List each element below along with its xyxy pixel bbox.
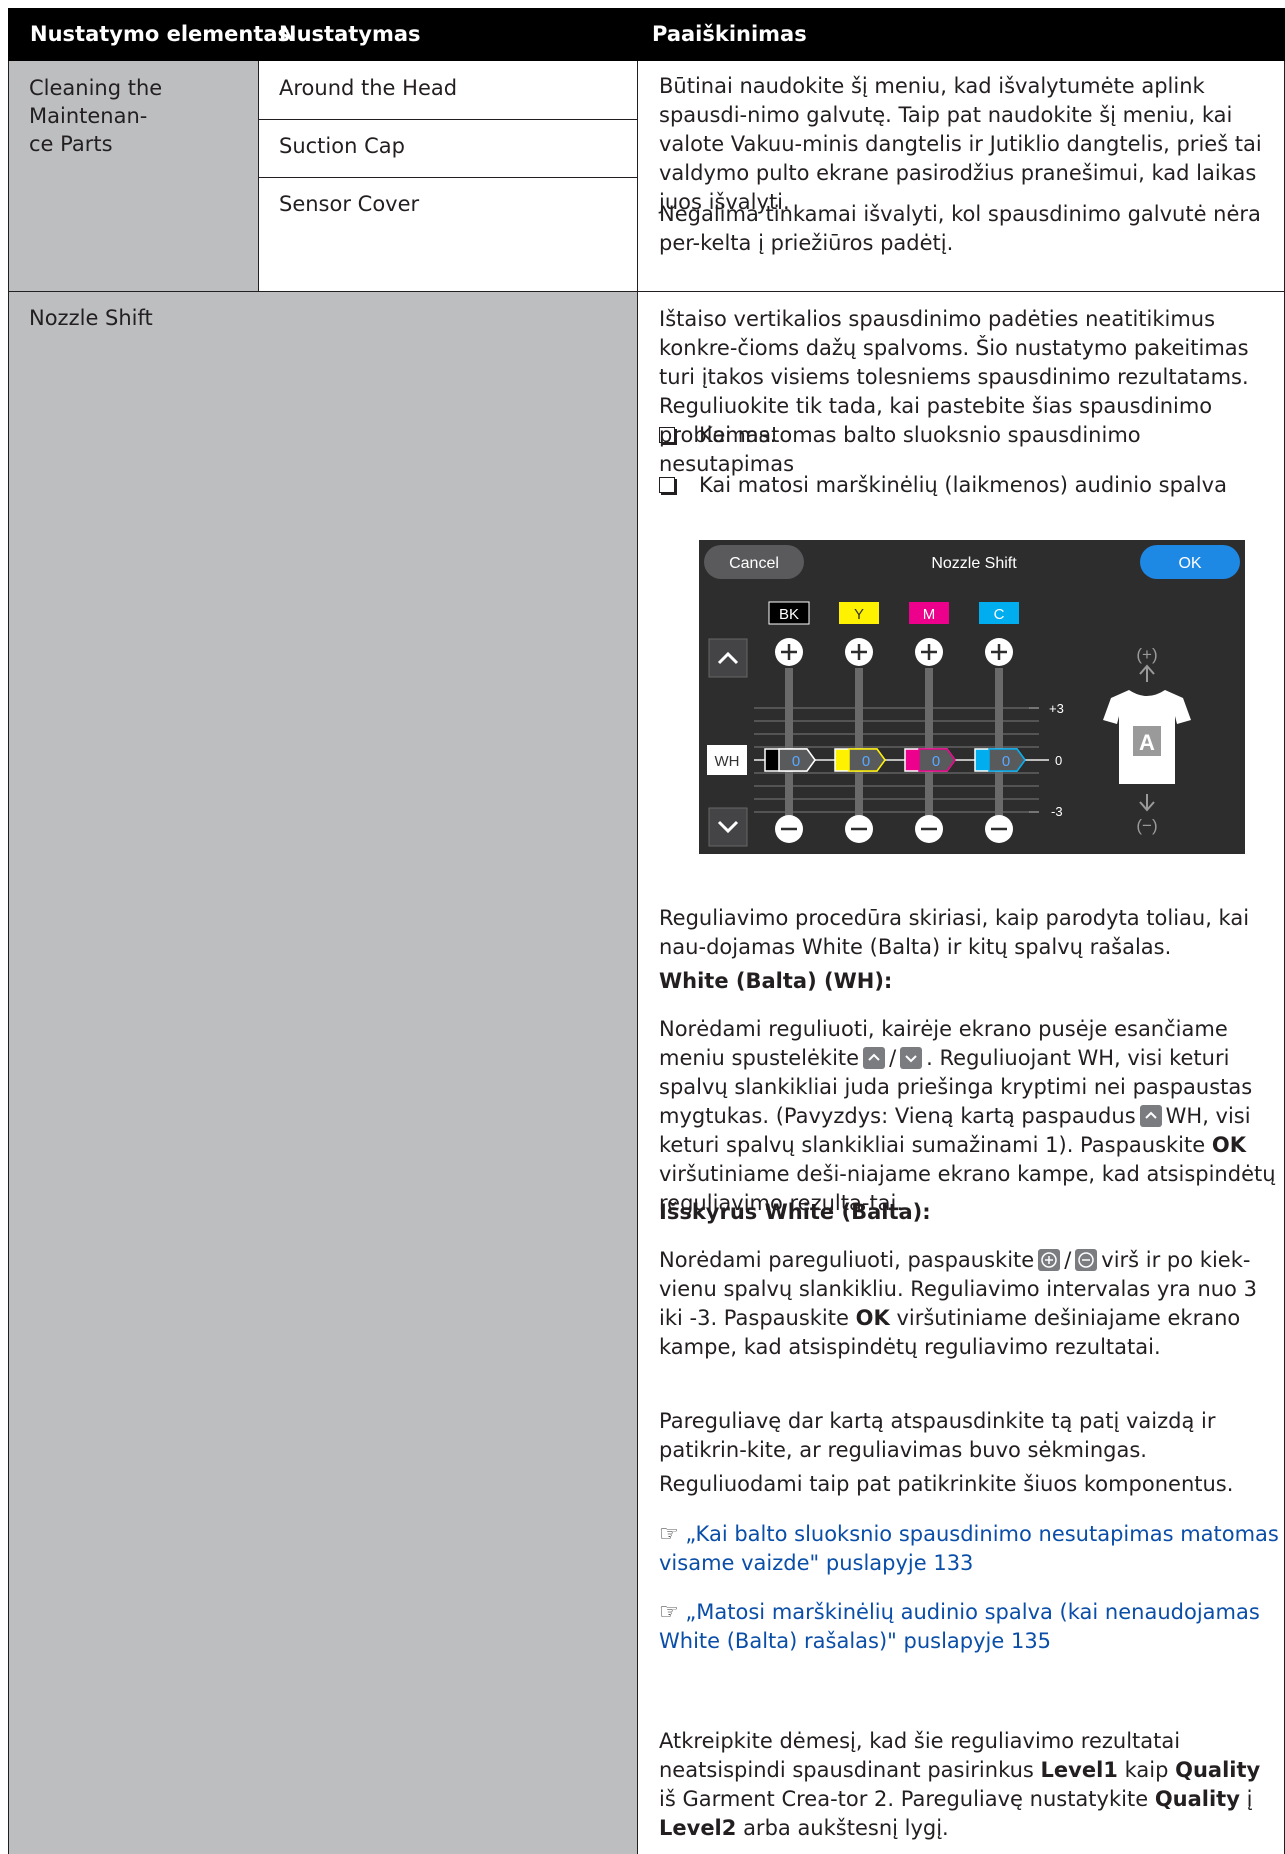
- value-m: 0: [932, 753, 940, 770]
- wh-label: WH: [715, 753, 740, 770]
- bullet-text: Kai matomas balto sluoksnio spausdinimo …: [659, 423, 1141, 476]
- down-arrow-icon: [900, 1047, 923, 1069]
- bk-column: BK 0: [764, 601, 816, 843]
- setting-suction-cap: Suction Cap: [279, 134, 405, 158]
- bullet-item: Kai matosi marškinėlių (laikmenos) audin…: [659, 471, 1279, 500]
- shirt-letter: A: [1139, 730, 1155, 755]
- color-label-c: C: [994, 606, 1005, 623]
- down-button[interactable]: [708, 807, 748, 847]
- row1-paragraph-1: Būtinai naudokite šį meniu, kad išvalytu…: [659, 74, 1262, 214]
- after-paragraph-1: Pareguliavę dar kartą atspausdinkite tą …: [659, 1409, 1216, 1462]
- settings-table: Nustatymo elementas Nustatymas Paaiškini…: [8, 8, 1285, 1854]
- other-paragraph: Norėdami pareguliuoti, paspauskite / virš …: [659, 1248, 1257, 1359]
- border: [258, 177, 637, 178]
- m-column: M 0: [904, 602, 956, 843]
- screen-title: Nozzle Shift: [931, 555, 1017, 572]
- note-paragraph: Atkreipkite dėmesį, kad šie reguliavimo …: [659, 1729, 1261, 1840]
- color-label-bk: BK: [779, 606, 799, 623]
- tshirt-icon: (+) A (−): [1103, 645, 1191, 835]
- white-paragraph: Norėdami reguliuoti, kairėje ekrano pusė…: [659, 1017, 1276, 1215]
- pointing-hand-icon: ☞: [659, 1522, 679, 1547]
- setting-around-head: Around the Head: [279, 76, 458, 100]
- row2-item: Nozzle Shift: [29, 306, 153, 330]
- header-item: Nustatymo elementas: [30, 22, 291, 46]
- procedure-paragraph: Reguliavimo procedūra skiriasi, kaip par…: [659, 906, 1250, 959]
- scale-mid: 0: [1055, 753, 1062, 768]
- nozzle-shift-screen: Cancel Nozzle Shift OK WH +3 0 -3 BK 0 Y…: [699, 540, 1245, 854]
- plus-icon: [1038, 1249, 1061, 1271]
- setting-sensor-cover: Sensor Cover: [279, 192, 420, 216]
- y-column: Y 0: [834, 602, 886, 843]
- c-column: C 0: [974, 602, 1026, 843]
- up-button[interactable]: [708, 638, 748, 678]
- checkbox-icon: [659, 427, 675, 443]
- cross-reference-link-1[interactable]: ☞ „Kai balto sluoksnio spausdinimo nesut…: [659, 1520, 1279, 1578]
- border: [258, 119, 637, 120]
- cancel-label: Cancel: [729, 555, 779, 572]
- header-explanation: Paaiškinimas: [652, 22, 807, 46]
- row1-item: Cleaning the Maintenan- ce Parts: [29, 76, 163, 156]
- plus-direction-label: (+): [1136, 645, 1157, 664]
- white-heading: White (Balta) (WH):: [659, 969, 893, 993]
- up-arrow-icon: [863, 1047, 886, 1069]
- color-label-y: Y: [854, 606, 864, 623]
- border: [637, 61, 638, 1854]
- value-bk: 0: [792, 753, 800, 770]
- other-heading: Išskyrus White (Balta):: [659, 1200, 931, 1224]
- up-arrow-icon: [1139, 1105, 1162, 1127]
- minus-direction-label: (−): [1136, 816, 1157, 835]
- scale-top: +3: [1049, 701, 1064, 716]
- value-y: 0: [862, 753, 870, 770]
- table-header: Nustatymo elementas Nustatymas Paaiškini…: [8, 8, 1285, 61]
- bullet-text: Kai matosi marškinėlių (laikmenos) audin…: [699, 473, 1227, 497]
- border: [8, 61, 9, 1854]
- ok-label: OK: [1178, 555, 1201, 572]
- border: [258, 61, 259, 291]
- header-setting: Nustatymas: [279, 22, 421, 46]
- cross-reference-link-2[interactable]: ☞ „Matosi marškinėlių audinio spalva (ka…: [659, 1598, 1279, 1656]
- value-c: 0: [1002, 753, 1010, 770]
- pointing-hand-icon: ☞: [659, 1600, 679, 1625]
- row2-item-bg: [8, 292, 637, 1854]
- checkbox-icon: [659, 477, 675, 493]
- scale-bottom: -3: [1051, 804, 1063, 819]
- color-label-m: M: [923, 606, 936, 623]
- minus-icon: [1075, 1249, 1098, 1271]
- border: [8, 291, 1285, 292]
- row1-paragraph-2: Negalima tinkamai išvalyti, kol spausdin…: [659, 202, 1261, 255]
- after-paragraph-2: Reguliuodami taip pat patikrinkite šiuos…: [659, 1472, 1234, 1496]
